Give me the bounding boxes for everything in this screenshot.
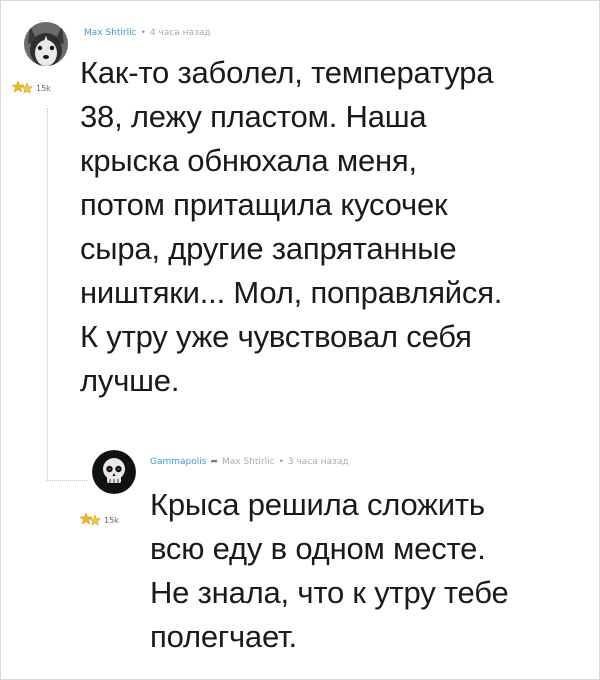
rank-count: 15k (104, 515, 119, 525)
reply-to-link[interactable]: Max Shtirlic (222, 457, 275, 467)
meta-separator-dot: • (278, 457, 284, 467)
comment-meta: Gammapolis ➦ Max Shtirlic • 3 часа назад (150, 457, 349, 467)
user-rank-badge: 15k (80, 512, 119, 528)
skull-avatar-icon[interactable] (92, 450, 136, 494)
gold-stars-rank-icon (80, 512, 102, 526)
author-link[interactable]: Gammapolis (150, 457, 206, 467)
comment-text-line: Не знала, что к утру тебе (150, 575, 509, 610)
comment-text-line: всю еду в одном месте. (150, 531, 486, 566)
reply-comment: 15k Gammapolis ➦ Max Shtirlic • 3 часа н… (0, 0, 600, 680)
reply-arrow-icon: ➦ (210, 457, 218, 467)
comment-text-line: полегчает. (150, 619, 297, 654)
comment-text-line: Крыса решила сложить (150, 487, 485, 522)
comment-timestamp[interactable]: 3 часа назад (288, 457, 349, 467)
comment-text: Крыса решила сложить всю еду в одном мес… (150, 483, 595, 659)
